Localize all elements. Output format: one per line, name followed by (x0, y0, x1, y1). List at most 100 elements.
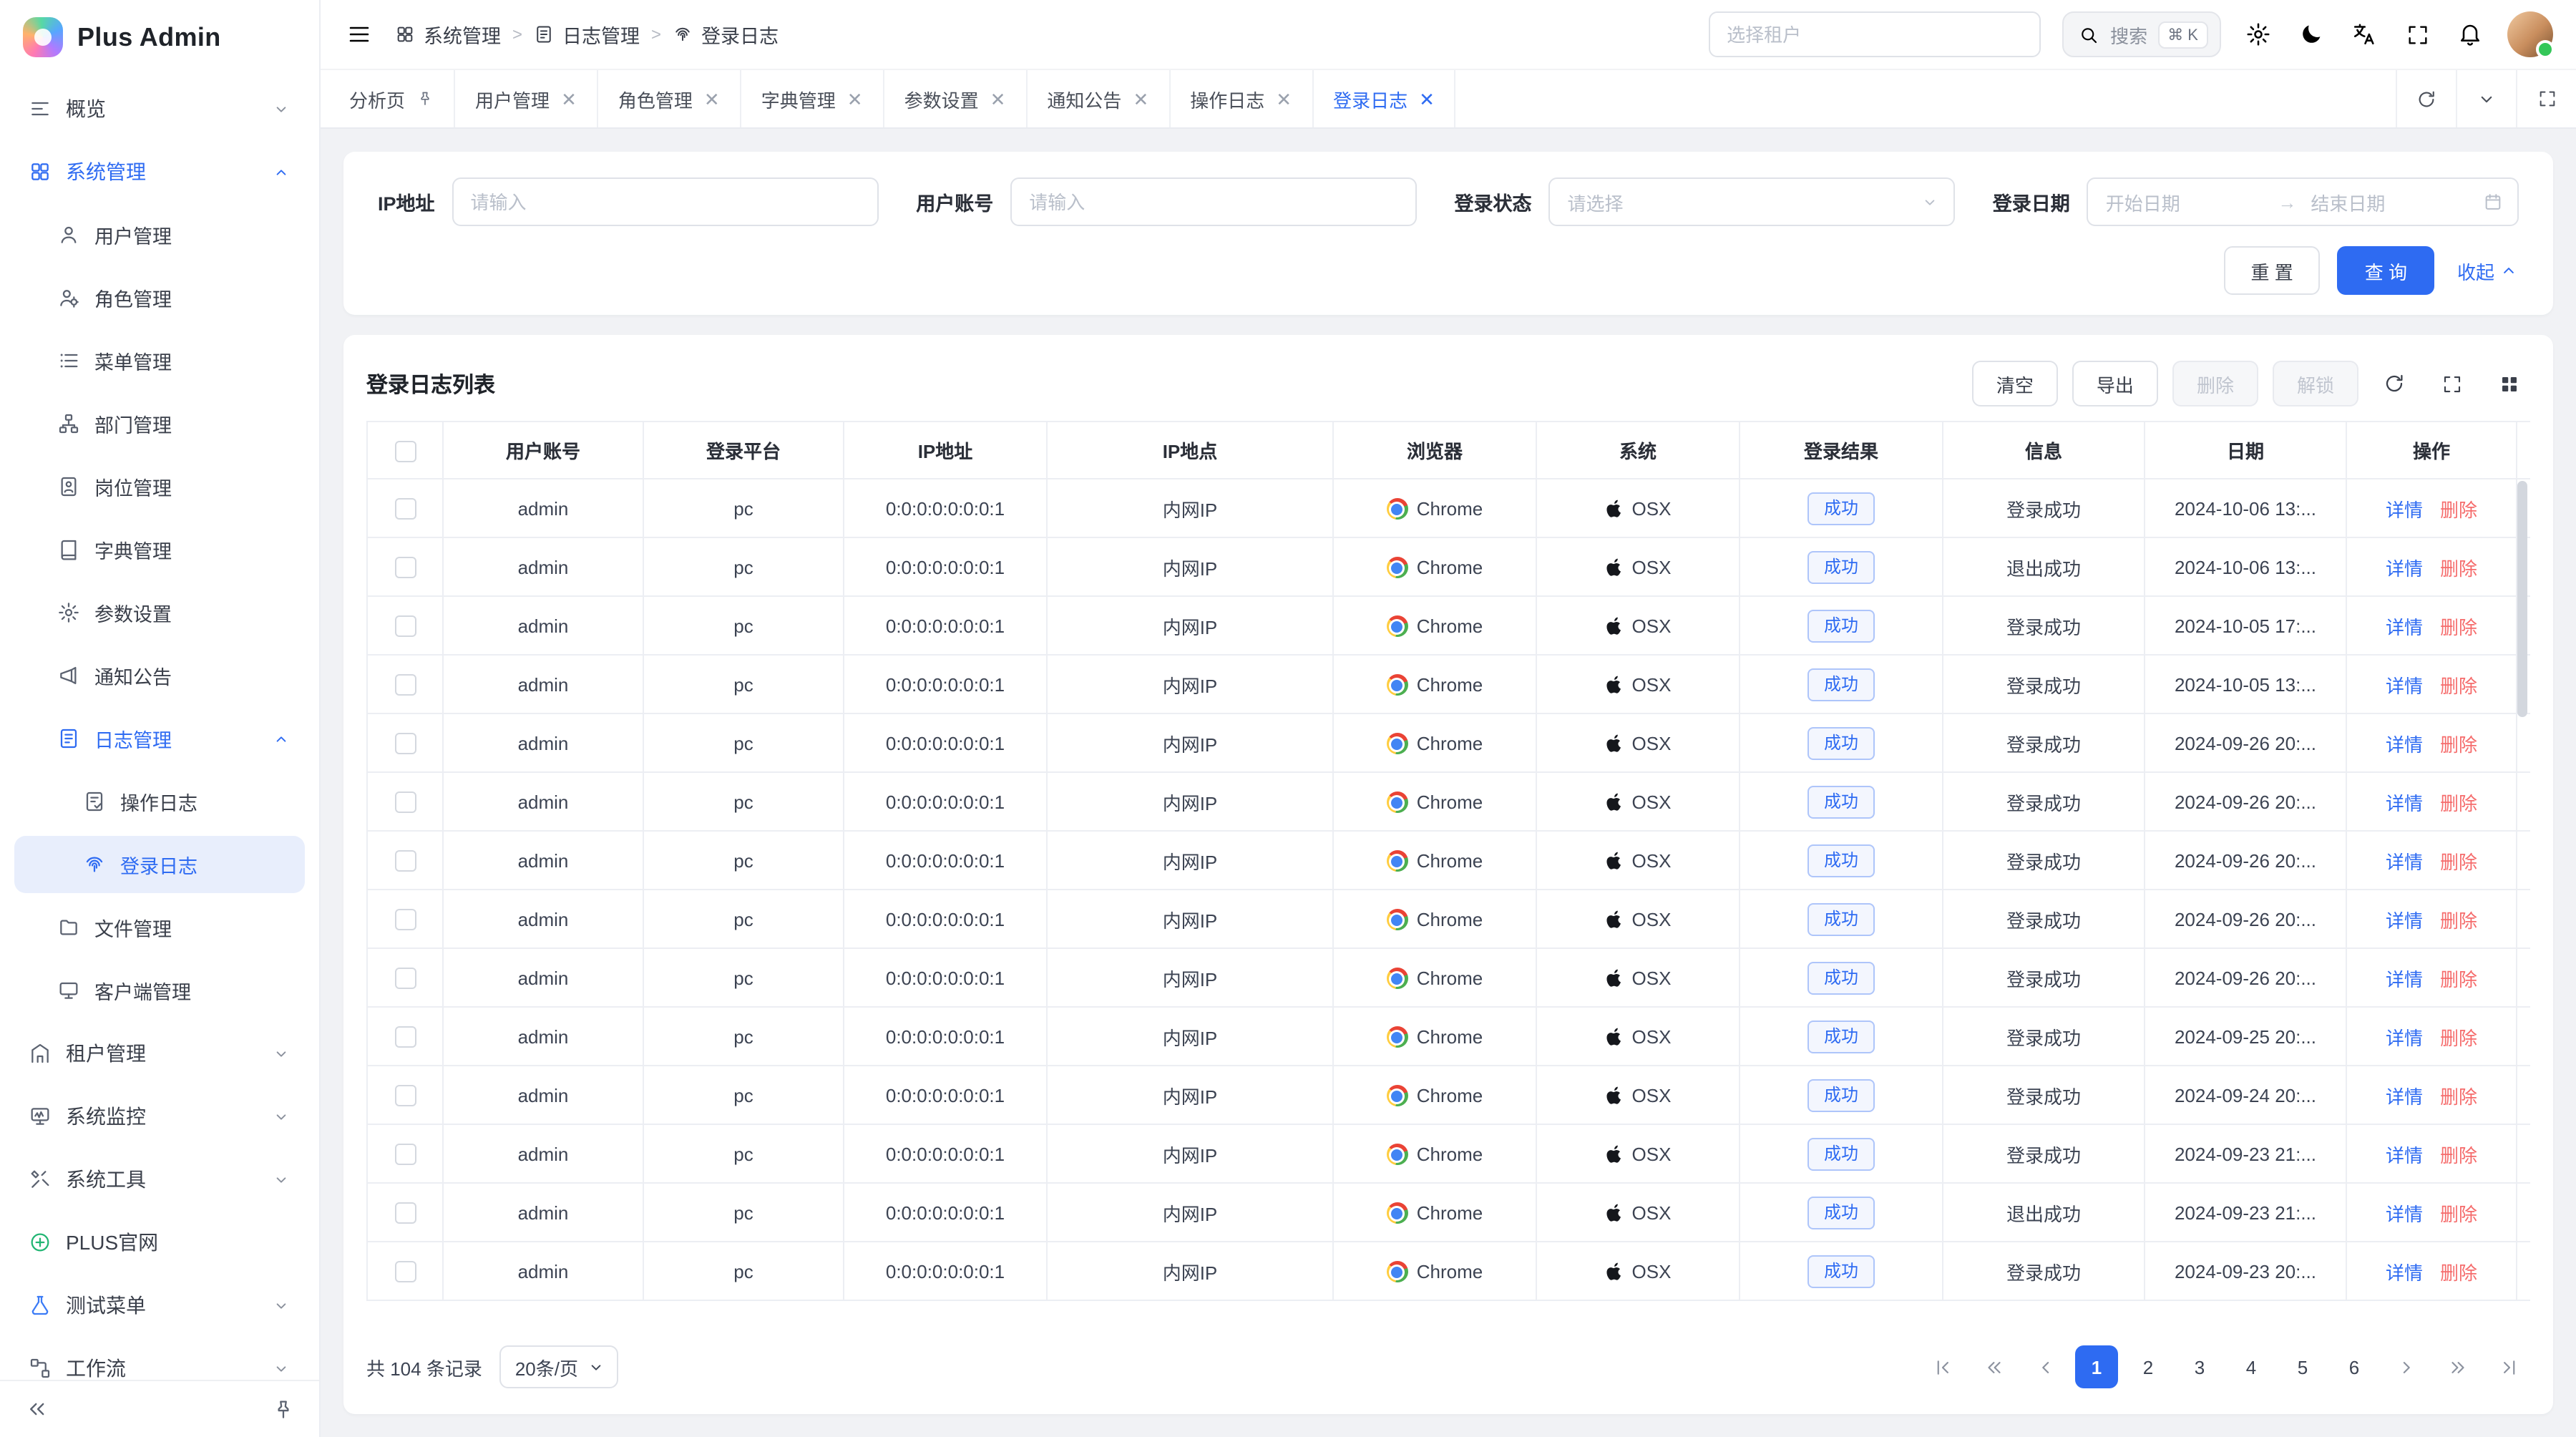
collapse-filters-link[interactable]: 收起 (2457, 257, 2519, 284)
query-button[interactable]: 查 询 (2338, 246, 2434, 295)
sidebar-item-menu[interactable]: 菜单管理 (14, 332, 305, 389)
global-search[interactable]: 搜索 ⌘ K (2062, 11, 2221, 57)
sidebar-item-user[interactable]: 用户管理 (14, 206, 305, 263)
tab-close-icon[interactable]: ✕ (990, 89, 1006, 108)
detail-link[interactable]: 详情 (2386, 968, 2423, 990)
tab-close-icon[interactable]: ✕ (704, 89, 720, 108)
row-checkbox[interactable] (394, 791, 416, 813)
column-header[interactable]: 信息 (1943, 422, 2145, 479)
detail-link[interactable]: 详情 (2386, 1086, 2423, 1107)
sidebar-item-param[interactable]: 参数设置 (14, 584, 305, 641)
tab-close-icon[interactable]: ✕ (1133, 89, 1148, 108)
reset-button[interactable]: 重 置 (2223, 246, 2320, 295)
sidebar-item-log[interactable]: 日志管理 (14, 710, 305, 767)
row-checkbox[interactable] (394, 909, 416, 930)
menu-toggle-button[interactable] (343, 19, 375, 50)
sidebar-item-oplog[interactable]: 操作日志 (14, 773, 305, 830)
sidebar-item-role[interactable]: 角色管理 (14, 269, 305, 326)
export-button[interactable]: 导出 (2072, 361, 2158, 406)
delete-link[interactable]: 删除 (2440, 499, 2477, 520)
sidebar-item-monitor[interactable]: 系统监控 (14, 1088, 305, 1145)
sidebar-item-post[interactable]: 岗位管理 (14, 458, 305, 515)
sidebar-item-client[interactable]: 客户端管理 (14, 962, 305, 1019)
sidebar-item-tools[interactable]: 系统工具 (14, 1151, 305, 1208)
breadcrumb-login-log[interactable]: 登录日志 (673, 20, 779, 49)
column-header[interactable]: 系统 (1536, 422, 1740, 479)
detail-link[interactable]: 详情 (2386, 616, 2423, 638)
column-header[interactable]: IP地址 (844, 422, 1047, 479)
page-1-button[interactable]: 1 (2075, 1345, 2118, 1388)
column-header[interactable]: 浏览器 (1333, 422, 1536, 479)
next-pages-button[interactable] (2436, 1345, 2479, 1388)
clear-button[interactable]: 清空 (1972, 361, 2058, 406)
delete-link[interactable]: 删除 (2440, 557, 2477, 579)
delete-link[interactable]: 删除 (2440, 734, 2477, 755)
detail-link[interactable]: 详情 (2386, 1144, 2423, 1166)
column-header[interactable]: 用户账号 (443, 422, 643, 479)
table-refresh-button[interactable] (2373, 362, 2416, 405)
column-header[interactable]: 日期 (2145, 422, 2346, 479)
filter-status-select[interactable]: 请选择 (1549, 177, 1956, 226)
prev-pages-button[interactable] (1972, 1345, 2015, 1388)
tab-role[interactable]: 角色管理✕ (598, 70, 741, 127)
sidebar-collapse-button[interactable] (20, 1393, 52, 1425)
delete-link[interactable]: 删除 (2440, 1086, 2477, 1107)
logo[interactable]: Plus Admin (0, 0, 319, 74)
user-avatar[interactable] (2507, 11, 2553, 57)
page-6-button[interactable]: 6 (2333, 1345, 2376, 1388)
delete-link[interactable]: 删除 (2440, 968, 2477, 990)
row-checkbox[interactable] (394, 1026, 416, 1048)
sidebar-item-file[interactable]: 文件管理 (14, 899, 305, 956)
detail-link[interactable]: 详情 (2386, 675, 2423, 696)
delete-link[interactable]: 删除 (2440, 675, 2477, 696)
row-checkbox[interactable] (394, 1144, 416, 1165)
tab-user[interactable]: 用户管理✕ (455, 70, 598, 127)
dark-mode-toggle[interactable] (2296, 19, 2327, 50)
detail-link[interactable]: 详情 (2386, 1203, 2423, 1224)
tenant-select-input[interactable] (1708, 11, 2040, 57)
row-checkbox[interactable] (394, 1085, 416, 1106)
sidebar-item-loginlog[interactable]: 登录日志 (14, 836, 305, 893)
row-checkbox[interactable] (394, 968, 416, 989)
sidebar-item-system[interactable]: 系统管理 (14, 143, 305, 200)
delete-link[interactable]: 删除 (2440, 792, 2477, 814)
column-header[interactable]: 登录结果 (1740, 422, 1943, 479)
sidebar-item-plus-site[interactable]: PLUS官网 (14, 1214, 305, 1271)
tab-oplog[interactable]: 操作日志✕ (1170, 70, 1313, 127)
delete-button[interactable]: 删除 (2172, 361, 2258, 406)
detail-link[interactable]: 详情 (2386, 792, 2423, 814)
settings-button[interactable] (2243, 19, 2274, 50)
tab-close-icon[interactable]: ✕ (1419, 89, 1435, 108)
column-header[interactable]: 登录平台 (643, 422, 844, 479)
row-checkbox[interactable] (394, 615, 416, 637)
tab-dict[interactable]: 字典管理✕ (741, 70, 884, 127)
filter-account-input[interactable] (1010, 177, 1417, 226)
row-checkbox[interactable] (394, 850, 416, 872)
fullscreen-button[interactable] (2401, 19, 2433, 50)
page-3-button[interactable]: 3 (2178, 1345, 2221, 1388)
tab-close-icon[interactable]: ✕ (1276, 89, 1292, 108)
tab-analysis[interactable]: 分析页 (329, 70, 455, 127)
delete-link[interactable]: 删除 (2440, 1203, 2477, 1224)
delete-link[interactable]: 删除 (2440, 910, 2477, 931)
column-header[interactable]: IP地点 (1047, 422, 1333, 479)
breadcrumb-log[interactable]: 日志管理 (534, 20, 640, 49)
detail-link[interactable]: 详情 (2386, 910, 2423, 931)
sidebar-item-notice[interactable]: 通知公告 (14, 647, 305, 704)
page-5-button[interactable]: 5 (2281, 1345, 2324, 1388)
detail-link[interactable]: 详情 (2386, 851, 2423, 872)
filter-date-range[interactable]: 开始日期→结束日期 (2087, 177, 2519, 226)
sidebar-item-workflow[interactable]: 工作流 (14, 1340, 305, 1380)
delete-link[interactable]: 删除 (2440, 1262, 2477, 1283)
tab-refresh-button[interactable] (2396, 70, 2456, 127)
sidebar-item-tenant[interactable]: 租户管理 (14, 1025, 305, 1082)
detail-link[interactable]: 详情 (2386, 1262, 2423, 1283)
first-page-button[interactable] (1921, 1345, 1963, 1388)
delete-link[interactable]: 删除 (2440, 616, 2477, 638)
row-checkbox[interactable] (394, 674, 416, 696)
column-settings-button[interactable] (2487, 362, 2530, 405)
page-2-button[interactable]: 2 (2127, 1345, 2170, 1388)
select-all-checkbox[interactable] (394, 440, 416, 462)
sidebar-pin-button[interactable] (268, 1393, 299, 1425)
filter-ip-input[interactable] (452, 177, 879, 226)
